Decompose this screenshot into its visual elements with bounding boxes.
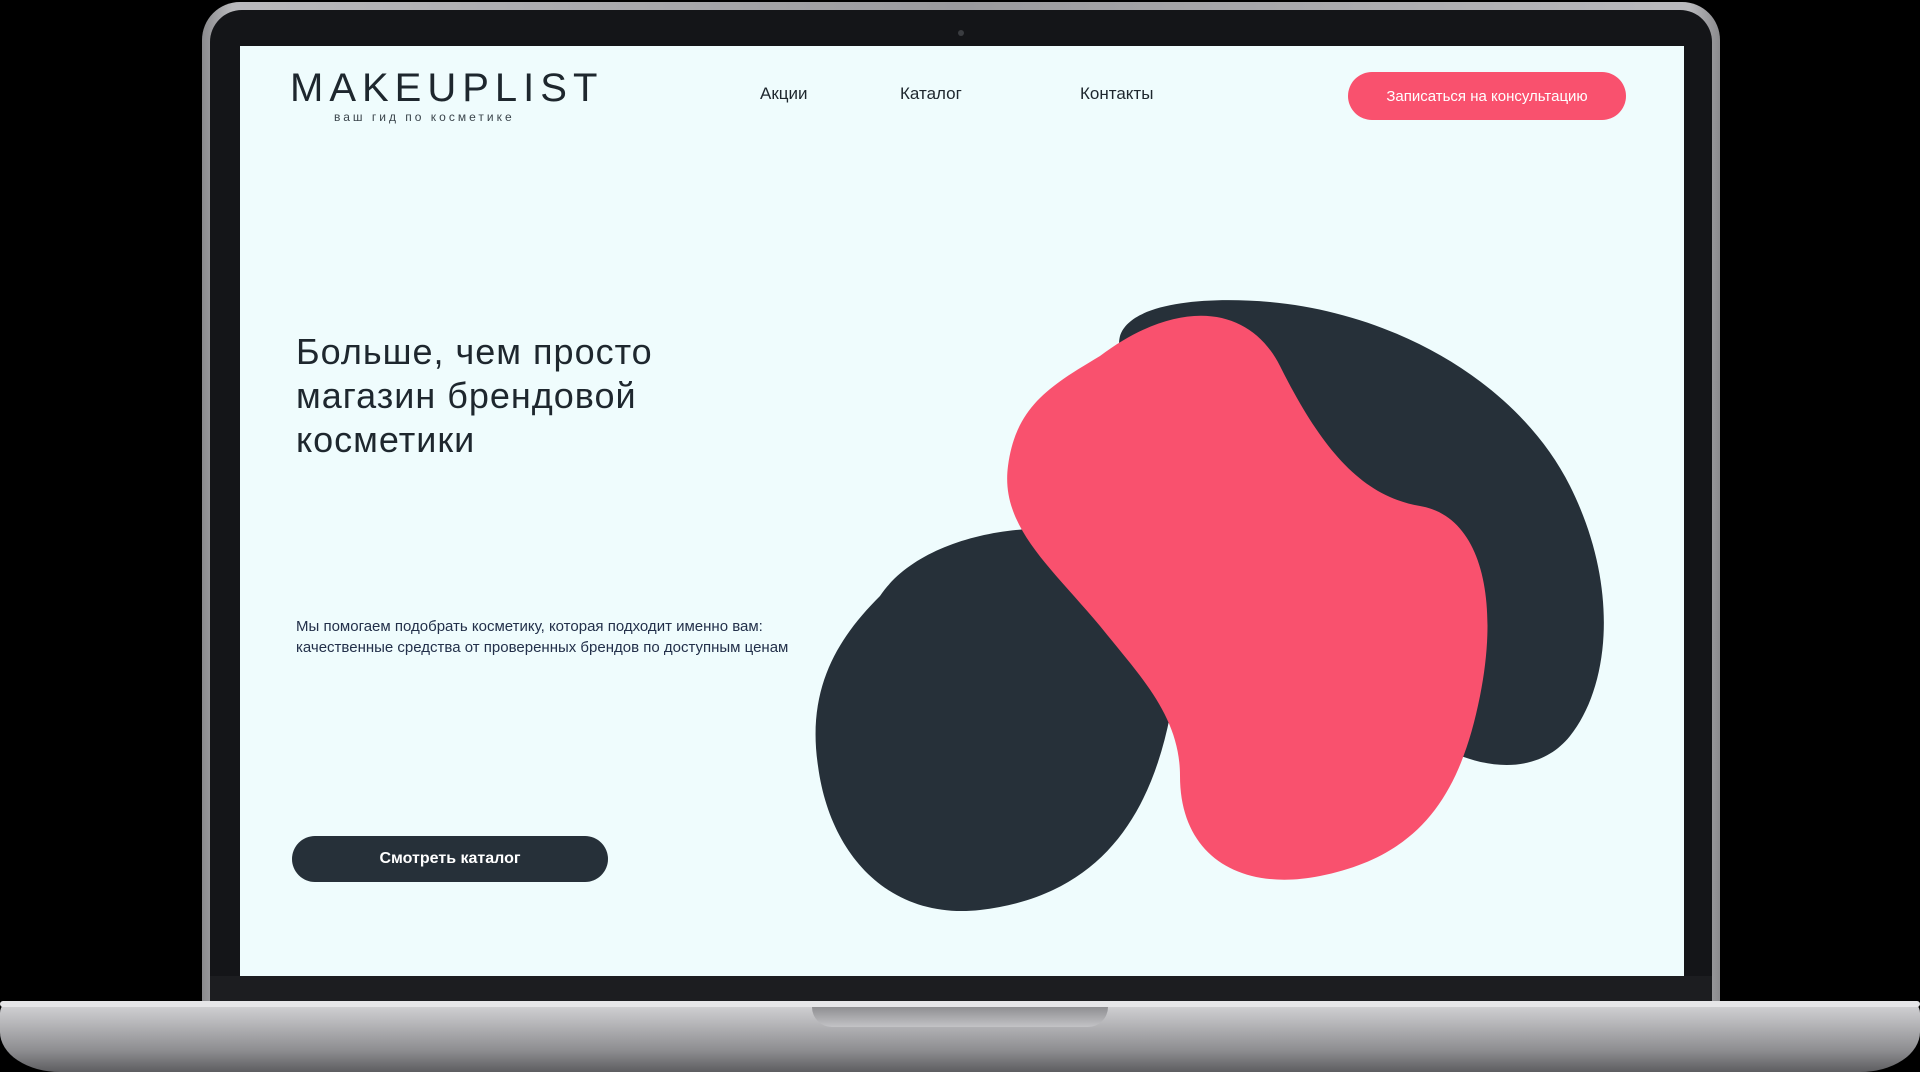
decorative-blobs [815, 300, 1604, 912]
camera-icon [958, 30, 964, 36]
brand-logo[interactable]: MAKEUPLIST ваш гид по косметике [290, 66, 604, 124]
hero-description: Мы помогаем подобрать косметику, которая… [296, 618, 789, 656]
nav-link-promotions[interactable]: Акции [760, 84, 808, 104]
laptop-screen: MAKEUPLIST ваш гид по косметике Акции Ка… [240, 46, 1684, 976]
nav-link-contacts[interactable]: Контакты [1080, 84, 1153, 104]
view-catalog-button[interactable]: Смотреть каталог [292, 836, 608, 882]
consultation-button[interactable]: Записаться на консультацию [1348, 72, 1626, 120]
brand-title: MAKEUPLIST [290, 66, 604, 110]
hero-title-line: косметики [296, 419, 476, 460]
hero-title: Больше, чем просто магазин брендовой кос… [296, 330, 776, 462]
hero-title-line: магазин брендовой [296, 375, 637, 416]
hero-title-line: Больше, чем просто [296, 331, 653, 372]
brand-subtitle: ваш гид по косметике [334, 110, 515, 124]
laptop-opening-notch [812, 1007, 1108, 1027]
laptop-mockup: MAKEUPLIST ваш гид по косметике Акции Ка… [0, 0, 1920, 1072]
screen-bottom-bezel [210, 976, 1712, 1004]
nav-link-catalog[interactable]: Каталог [900, 84, 962, 104]
